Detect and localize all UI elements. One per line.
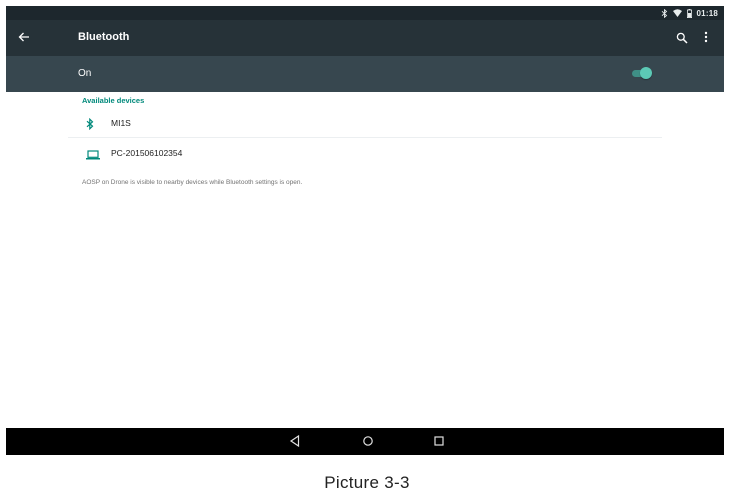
wifi-icon: [672, 9, 682, 17]
figure-caption: Picture 3-3: [324, 473, 410, 492]
bluetooth-toggle[interactable]: [632, 67, 652, 81]
switch-label: On: [78, 68, 92, 79]
search-icon[interactable]: [676, 31, 688, 49]
device-name: MI1S: [111, 118, 131, 128]
toggle-thumb: [640, 67, 652, 79]
android-screen: 01:18 Bluetooth On Available devices MI1…: [6, 6, 724, 455]
device-item-pc[interactable]: PC-201506102354: [68, 139, 662, 167]
app-bar: Bluetooth: [6, 20, 724, 56]
available-devices-header: Available devices: [82, 96, 145, 105]
status-time: 01:18: [696, 8, 718, 18]
navigation-bar: [6, 428, 724, 455]
status-bar: 01:18: [6, 6, 724, 20]
bluetooth-icon: [86, 117, 94, 135]
bluetooth-icon: [661, 8, 668, 18]
nav-home-icon[interactable]: [361, 434, 375, 453]
battery-icon: [686, 8, 692, 18]
nav-back-icon[interactable]: [289, 434, 301, 453]
laptop-icon: [86, 147, 100, 165]
more-vert-icon[interactable]: [703, 30, 709, 49]
page-title: Bluetooth: [78, 31, 130, 43]
visibility-note: AOSP on Drone is visible to nearby devic…: [82, 179, 303, 186]
back-arrow-icon[interactable]: [17, 30, 31, 49]
device-name: PC-201506102354: [111, 148, 183, 158]
nav-recents-icon[interactable]: [432, 434, 446, 453]
bluetooth-switch-bar[interactable]: On: [6, 56, 724, 92]
device-item-mi1s[interactable]: MI1S: [68, 109, 662, 138]
